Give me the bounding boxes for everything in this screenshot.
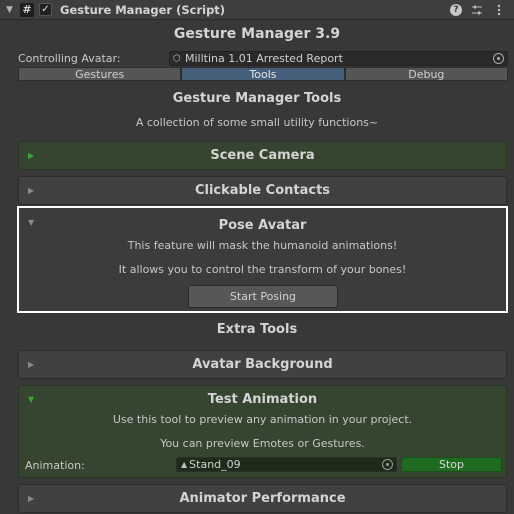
component-header: ▼ # ✓ Gesture Manager (Script) ?: [0, 0, 514, 20]
kebab-menu-icon[interactable]: [492, 3, 506, 17]
foldout-avatar-background[interactable]: ▶ Avatar Background: [18, 350, 507, 379]
foldout-title: Test Animation: [207, 392, 318, 407]
foldout-title: Scene Camera: [210, 148, 315, 163]
foldout-title: Clickable Contacts: [194, 183, 331, 198]
foldout-test-animation[interactable]: ▼ Test Animation Use this tool to previe…: [18, 385, 507, 478]
header-icons: ?: [450, 3, 506, 17]
foldout-arrow-icon[interactable]: ▼: [6, 5, 16, 15]
controlling-avatar-field[interactable]: ⬡ Milltina 1.01 Arrested Report: [169, 51, 508, 66]
tools-title: Gesture Manager Tools: [172, 91, 342, 106]
controlling-avatar-value: Milltina 1.01 Arrested Report: [185, 52, 343, 65]
foldout-scene-camera[interactable]: ▶ Scene Camera: [18, 141, 507, 170]
tab-debug[interactable]: Debug: [344, 67, 508, 81]
controlling-avatar-row: Controlling Avatar: ⬡ Milltina 1.01 Arre…: [18, 51, 508, 66]
tab-tools[interactable]: Tools: [181, 67, 345, 81]
foldout-title: Pose Avatar: [218, 218, 307, 233]
component-title: Gesture Manager (Script): [60, 2, 226, 17]
animation-label: Animation:: [25, 459, 85, 472]
pose-avatar-line1: This feature will mask the humanoid anim…: [127, 239, 398, 252]
main-title: Gesture Manager 3.9: [173, 26, 341, 42]
tab-bar: Gestures Tools Debug: [18, 67, 508, 81]
extra-tools-title: Extra Tools: [216, 322, 298, 337]
animation-clip-icon: ▲: [181, 460, 188, 469]
animation-clip-field[interactable]: ▲ Stand_09: [176, 457, 397, 472]
enabled-checkbox[interactable]: ✓: [39, 3, 52, 16]
animation-clip-value: Stand_09: [189, 458, 241, 471]
foldout-animator-performance[interactable]: ▶ Animator Performance: [18, 484, 507, 513]
foldout-pose-avatar[interactable]: ▼ Pose Avatar This feature will mask the…: [17, 206, 508, 313]
animation-field-row: Animation: ▲ Stand_09 Stop: [25, 457, 503, 473]
script-icon: #: [20, 2, 34, 17]
gameobject-icon: ⬡: [173, 53, 181, 64]
foldout-title: Animator Performance: [179, 491, 346, 506]
pose-avatar-line2: It allows you to control the transform o…: [118, 263, 407, 276]
object-picker-icon[interactable]: [493, 53, 504, 64]
stop-button[interactable]: Stop: [401, 457, 502, 472]
start-posing-button[interactable]: Start Posing: [188, 285, 338, 308]
tab-gestures[interactable]: Gestures: [18, 67, 182, 81]
object-picker-icon[interactable]: [382, 459, 393, 470]
foldout-clickable-contacts[interactable]: ▶ Clickable Contacts: [18, 176, 507, 205]
controlling-avatar-label: Controlling Avatar:: [18, 52, 121, 65]
test-animation-line2: You can preview Emotes or Gestures.: [160, 437, 365, 450]
help-icon[interactable]: ?: [450, 4, 462, 16]
sliders-icon[interactable]: [470, 3, 484, 17]
test-animation-line1: Use this tool to preview any animation i…: [112, 413, 413, 426]
tools-subtitle: A collection of some small utility funct…: [135, 116, 379, 129]
foldout-title: Avatar Background: [192, 357, 333, 372]
